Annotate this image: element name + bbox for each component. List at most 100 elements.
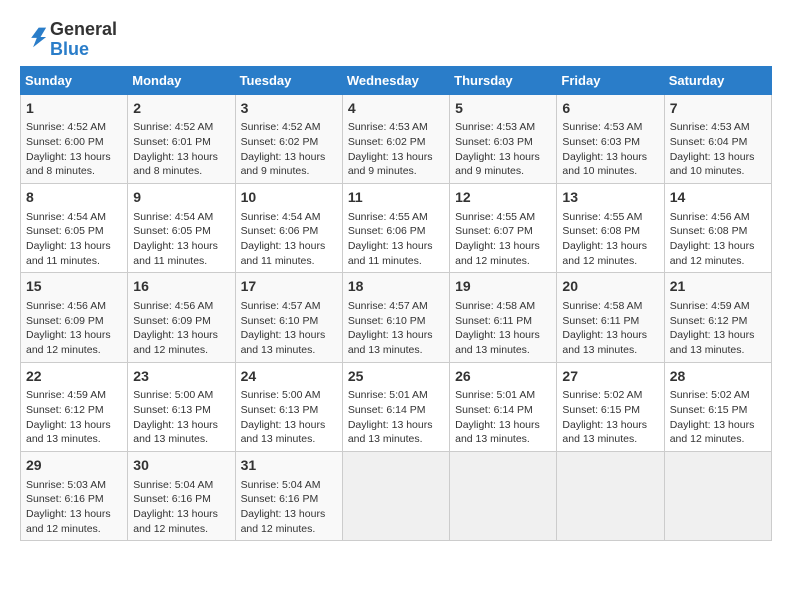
day-info: Sunrise: 4:55 AM Sunset: 6:07 PM Dayligh… (455, 210, 551, 269)
day-info: Sunrise: 4:52 AM Sunset: 6:00 PM Dayligh… (26, 120, 122, 179)
day-info: Sunrise: 5:04 AM Sunset: 6:16 PM Dayligh… (241, 478, 337, 537)
day-info: Sunrise: 5:03 AM Sunset: 6:16 PM Dayligh… (26, 478, 122, 537)
day-number: 17 (241, 277, 337, 297)
day-info: Sunrise: 4:59 AM Sunset: 6:12 PM Dayligh… (26, 388, 122, 447)
day-number: 1 (26, 99, 122, 119)
calendar-cell: 13Sunrise: 4:55 AM Sunset: 6:08 PM Dayli… (557, 183, 664, 272)
calendar-cell: 27Sunrise: 5:02 AM Sunset: 6:15 PM Dayli… (557, 362, 664, 451)
logo: General Blue (20, 20, 117, 60)
calendar-cell: 22Sunrise: 4:59 AM Sunset: 6:12 PM Dayli… (21, 362, 128, 451)
day-info: Sunrise: 4:57 AM Sunset: 6:10 PM Dayligh… (348, 299, 444, 358)
calendar-cell: 21Sunrise: 4:59 AM Sunset: 6:12 PM Dayli… (664, 273, 771, 362)
calendar-cell: 19Sunrise: 4:58 AM Sunset: 6:11 PM Dayli… (450, 273, 557, 362)
day-info: Sunrise: 5:01 AM Sunset: 6:14 PM Dayligh… (348, 388, 444, 447)
day-number: 29 (26, 456, 122, 476)
day-number: 8 (26, 188, 122, 208)
day-number: 22 (26, 367, 122, 387)
calendar-cell (664, 451, 771, 540)
day-info: Sunrise: 4:57 AM Sunset: 6:10 PM Dayligh… (241, 299, 337, 358)
calendar-cell: 5Sunrise: 4:53 AM Sunset: 6:03 PM Daylig… (450, 94, 557, 183)
calendar-cell: 15Sunrise: 4:56 AM Sunset: 6:09 PM Dayli… (21, 273, 128, 362)
day-info: Sunrise: 4:54 AM Sunset: 6:05 PM Dayligh… (26, 210, 122, 269)
day-info: Sunrise: 5:02 AM Sunset: 6:15 PM Dayligh… (562, 388, 658, 447)
day-info: Sunrise: 5:01 AM Sunset: 6:14 PM Dayligh… (455, 388, 551, 447)
day-number: 14 (670, 188, 766, 208)
day-info: Sunrise: 4:52 AM Sunset: 6:01 PM Dayligh… (133, 120, 229, 179)
day-number: 3 (241, 99, 337, 119)
day-number: 16 (133, 277, 229, 297)
calendar-cell (557, 451, 664, 540)
day-number: 19 (455, 277, 551, 297)
day-number: 18 (348, 277, 444, 297)
calendar-body: 1Sunrise: 4:52 AM Sunset: 6:00 PM Daylig… (21, 94, 772, 541)
calendar-cell: 10Sunrise: 4:54 AM Sunset: 6:06 PM Dayli… (235, 183, 342, 272)
calendar-cell: 23Sunrise: 5:00 AM Sunset: 6:13 PM Dayli… (128, 362, 235, 451)
calendar-cell: 29Sunrise: 5:03 AM Sunset: 6:16 PM Dayli… (21, 451, 128, 540)
day-number: 4 (348, 99, 444, 119)
day-number: 6 (562, 99, 658, 119)
logo-icon (20, 23, 48, 51)
calendar-cell: 6Sunrise: 4:53 AM Sunset: 6:03 PM Daylig… (557, 94, 664, 183)
calendar-cell: 1Sunrise: 4:52 AM Sunset: 6:00 PM Daylig… (21, 94, 128, 183)
weekday-header-wednesday: Wednesday (342, 66, 449, 94)
day-info: Sunrise: 5:02 AM Sunset: 6:15 PM Dayligh… (670, 388, 766, 447)
calendar-week-2: 8Sunrise: 4:54 AM Sunset: 6:05 PM Daylig… (21, 183, 772, 272)
day-info: Sunrise: 4:58 AM Sunset: 6:11 PM Dayligh… (562, 299, 658, 358)
day-number: 21 (670, 277, 766, 297)
page-header: General Blue (20, 20, 772, 60)
day-number: 31 (241, 456, 337, 476)
calendar-cell: 7Sunrise: 4:53 AM Sunset: 6:04 PM Daylig… (664, 94, 771, 183)
calendar-cell: 26Sunrise: 5:01 AM Sunset: 6:14 PM Dayli… (450, 362, 557, 451)
day-info: Sunrise: 4:58 AM Sunset: 6:11 PM Dayligh… (455, 299, 551, 358)
day-number: 23 (133, 367, 229, 387)
day-info: Sunrise: 4:53 AM Sunset: 6:04 PM Dayligh… (670, 120, 766, 179)
day-info: Sunrise: 5:04 AM Sunset: 6:16 PM Dayligh… (133, 478, 229, 537)
calendar-cell: 24Sunrise: 5:00 AM Sunset: 6:13 PM Dayli… (235, 362, 342, 451)
day-info: Sunrise: 4:55 AM Sunset: 6:06 PM Dayligh… (348, 210, 444, 269)
calendar-cell: 30Sunrise: 5:04 AM Sunset: 6:16 PM Dayli… (128, 451, 235, 540)
day-info: Sunrise: 4:55 AM Sunset: 6:08 PM Dayligh… (562, 210, 658, 269)
calendar-cell: 8Sunrise: 4:54 AM Sunset: 6:05 PM Daylig… (21, 183, 128, 272)
calendar-cell: 18Sunrise: 4:57 AM Sunset: 6:10 PM Dayli… (342, 273, 449, 362)
calendar-week-1: 1Sunrise: 4:52 AM Sunset: 6:00 PM Daylig… (21, 94, 772, 183)
day-info: Sunrise: 4:56 AM Sunset: 6:09 PM Dayligh… (26, 299, 122, 358)
day-number: 15 (26, 277, 122, 297)
day-info: Sunrise: 4:53 AM Sunset: 6:02 PM Dayligh… (348, 120, 444, 179)
weekday-header-tuesday: Tuesday (235, 66, 342, 94)
day-info: Sunrise: 5:00 AM Sunset: 6:13 PM Dayligh… (241, 388, 337, 447)
weekday-header-friday: Friday (557, 66, 664, 94)
day-number: 27 (562, 367, 658, 387)
weekday-header-saturday: Saturday (664, 66, 771, 94)
day-number: 9 (133, 188, 229, 208)
calendar-cell: 2Sunrise: 4:52 AM Sunset: 6:01 PM Daylig… (128, 94, 235, 183)
calendar-cell: 20Sunrise: 4:58 AM Sunset: 6:11 PM Dayli… (557, 273, 664, 362)
day-number: 5 (455, 99, 551, 119)
calendar-cell: 17Sunrise: 4:57 AM Sunset: 6:10 PM Dayli… (235, 273, 342, 362)
day-info: Sunrise: 4:52 AM Sunset: 6:02 PM Dayligh… (241, 120, 337, 179)
day-number: 7 (670, 99, 766, 119)
weekday-header-sunday: Sunday (21, 66, 128, 94)
calendar-week-4: 22Sunrise: 4:59 AM Sunset: 6:12 PM Dayli… (21, 362, 772, 451)
calendar-cell: 31Sunrise: 5:04 AM Sunset: 6:16 PM Dayli… (235, 451, 342, 540)
day-info: Sunrise: 4:53 AM Sunset: 6:03 PM Dayligh… (562, 120, 658, 179)
weekday-header-monday: Monday (128, 66, 235, 94)
calendar-cell: 9Sunrise: 4:54 AM Sunset: 6:05 PM Daylig… (128, 183, 235, 272)
day-number: 2 (133, 99, 229, 119)
day-number: 12 (455, 188, 551, 208)
day-number: 20 (562, 277, 658, 297)
calendar-cell (450, 451, 557, 540)
calendar-cell: 28Sunrise: 5:02 AM Sunset: 6:15 PM Dayli… (664, 362, 771, 451)
calendar-cell (342, 451, 449, 540)
calendar-header: SundayMondayTuesdayWednesdayThursdayFrid… (21, 66, 772, 94)
day-info: Sunrise: 4:59 AM Sunset: 6:12 PM Dayligh… (670, 299, 766, 358)
day-number: 24 (241, 367, 337, 387)
day-number: 11 (348, 188, 444, 208)
calendar-cell: 3Sunrise: 4:52 AM Sunset: 6:02 PM Daylig… (235, 94, 342, 183)
day-info: Sunrise: 4:56 AM Sunset: 6:09 PM Dayligh… (133, 299, 229, 358)
day-info: Sunrise: 4:56 AM Sunset: 6:08 PM Dayligh… (670, 210, 766, 269)
day-number: 26 (455, 367, 551, 387)
calendar-cell: 25Sunrise: 5:01 AM Sunset: 6:14 PM Dayli… (342, 362, 449, 451)
day-number: 25 (348, 367, 444, 387)
weekday-header-thursday: Thursday (450, 66, 557, 94)
day-info: Sunrise: 4:53 AM Sunset: 6:03 PM Dayligh… (455, 120, 551, 179)
